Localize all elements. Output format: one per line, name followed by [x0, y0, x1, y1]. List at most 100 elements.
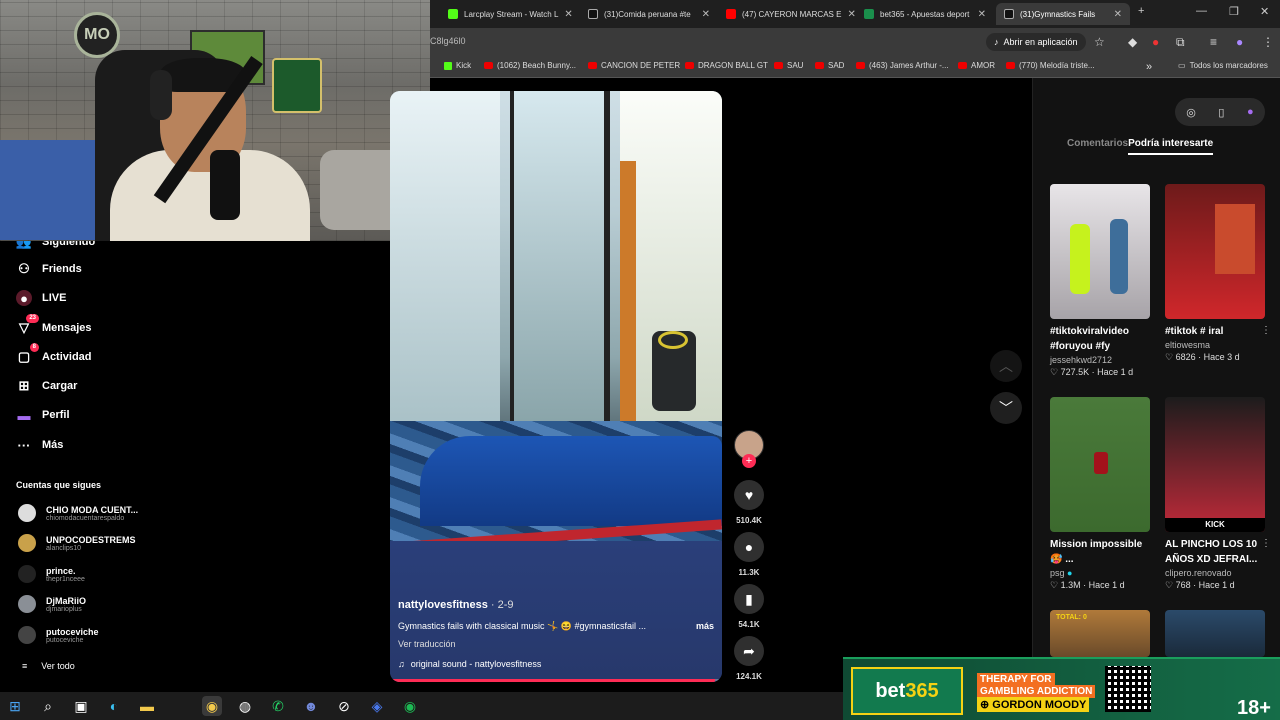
- close-icon[interactable]: ✕: [978, 9, 986, 20]
- store-icon[interactable]: ▣: [71, 696, 91, 716]
- translate-button[interactable]: Ver traducción: [398, 639, 714, 649]
- like-button[interactable]: ♥: [734, 480, 764, 510]
- card-menu-icon[interactable]: ⋮: [1261, 538, 1271, 549]
- puzzle-icon[interactable]: ⧉: [1176, 35, 1185, 50]
- card-author[interactable]: psg ●: [1050, 568, 1150, 578]
- bookmark-cancion-peter[interactable]: CANCION DE PETER: [588, 61, 680, 70]
- more-button[interactable]: más: [696, 621, 714, 632]
- nav-mas[interactable]: ··· Más: [16, 437, 64, 453]
- tab-comida-peruana[interactable]: (31)Comida peruana #te ✕: [580, 3, 718, 25]
- tab-cayeron-marcas[interactable]: (47) CAYERON MARCAS E ✕: [718, 3, 856, 25]
- bookmark-melodia[interactable]: (770) Melodía triste...: [1006, 61, 1095, 70]
- following-account[interactable]: prince. thepr1nceee: [18, 565, 85, 583]
- save-button[interactable]: ▮: [734, 584, 764, 614]
- profile-avatar-icon[interactable]: ●: [1247, 106, 1254, 118]
- profile-avatar-icon[interactable]: ●: [1236, 35, 1243, 49]
- bookmark-sau[interactable]: SAU: [774, 61, 803, 70]
- spotify-icon[interactable]: ◉: [400, 696, 420, 716]
- tab-bet365[interactable]: bet365 - Apuestas deport ✕: [856, 3, 994, 25]
- tab-podria-interesarte[interactable]: Podría interesarte: [1128, 138, 1214, 155]
- all-bookmarks-button[interactable]: ▭ Todos los marcadores: [1178, 61, 1268, 70]
- follow-plus-icon[interactable]: +: [742, 454, 756, 468]
- youtube-icon: [1006, 62, 1015, 69]
- recommended-video-card[interactable]: #tiktok # iral eltiowesma ♡ 6826 · Hace …: [1165, 184, 1271, 363]
- folder-icon[interactable]: ▬: [137, 696, 157, 716]
- close-icon[interactable]: ✕: [847, 9, 855, 20]
- chevron-down-icon: ﹀: [999, 400, 1013, 416]
- extension-icon[interactable]: ◆: [1128, 35, 1137, 49]
- recommended-video-card[interactable]: [1165, 610, 1265, 657]
- url-text[interactable]: C8lg46l0: [430, 36, 466, 46]
- chrome-icon[interactable]: ◉: [202, 696, 222, 716]
- bet365-ad-banner[interactable]: bet 365 THERAPY FOR GAMBLING ADDICTION ⊕ …: [843, 657, 1280, 720]
- comment-button[interactable]: ●: [734, 532, 764, 562]
- see-all-button[interactable]: ≡ Ver todo: [22, 661, 75, 671]
- obs-icon[interactable]: ◍: [235, 696, 255, 716]
- card-author[interactable]: eltiowesma: [1165, 340, 1265, 350]
- tab-comentarios[interactable]: Comentarios: [1067, 138, 1128, 155]
- bookmark-icon: ▮: [745, 590, 753, 607]
- following-account[interactable]: DjMaRiiO djmarioplus: [18, 595, 86, 613]
- windows-icon[interactable]: ⊞: [5, 696, 25, 716]
- bookmark-amor[interactable]: AMOR: [958, 61, 995, 70]
- extension-red-icon[interactable]: ●: [1152, 35, 1159, 49]
- compass-icon[interactable]: ◎: [1186, 106, 1196, 119]
- card-author[interactable]: jessehkwd2712: [1050, 355, 1150, 365]
- phone-icon[interactable]: ▯: [1218, 106, 1224, 119]
- bookmark-beach-bunny[interactable]: (1062) Beach Bunny...: [484, 61, 576, 70]
- youtube-icon: [484, 62, 493, 69]
- tab-gymnastics-fails[interactable]: (31)Gymnastics Fails ✕: [996, 3, 1130, 25]
- share-button[interactable]: ➦: [734, 636, 764, 666]
- video-author[interactable]: nattylovesfitness · 2-9: [398, 599, 714, 611]
- ad-line: ⊕ GORDON MOODY: [977, 697, 1090, 712]
- tab-larcplay[interactable]: Larcplay Stream - Watch L ✕: [440, 3, 580, 25]
- nav-cargar[interactable]: ⊞ Cargar: [16, 378, 78, 394]
- bookmark-kick[interactable]: Kick: [444, 61, 471, 70]
- media-icon[interactable]: ≡: [1210, 35, 1217, 49]
- discord-icon[interactable]: ☻: [301, 696, 321, 716]
- new-tab-button[interactable]: +: [1138, 5, 1144, 17]
- card-author[interactable]: clipero.renovado: [1165, 568, 1265, 578]
- nav-friends[interactable]: ⚇ Friends: [16, 261, 82, 277]
- previous-video-button[interactable]: ︿: [990, 350, 1022, 382]
- tiktok-sidebar: 👥 Siguiendo ⚇ Friends ● LIVE ▽ 23 Mensaje…: [0, 234, 390, 692]
- open-in-app-button[interactable]: ♪ Abrir en aplicación: [986, 33, 1086, 51]
- nav-mensajes[interactable]: ▽ 23 Mensajes: [16, 314, 92, 336]
- video-progress-bar[interactable]: [390, 679, 722, 682]
- following-account[interactable]: CHIO MODA CUENT... chiomodacuentarespaldo: [18, 504, 138, 522]
- bookmark-sad[interactable]: SAD: [815, 61, 844, 70]
- nav-live[interactable]: ● LIVE: [16, 290, 66, 306]
- search-icon[interactable]: ⌕: [38, 696, 58, 716]
- close-icon[interactable]: ✕: [1114, 9, 1122, 20]
- ea-icon[interactable]: ◈: [367, 696, 387, 716]
- edge-icon[interactable]: ◐: [104, 696, 124, 716]
- following-account[interactable]: putoceviche putoceviche: [18, 626, 99, 644]
- recommended-video-card[interactable]: TOTAL: 0: [1050, 610, 1150, 657]
- close-icon[interactable]: ✕: [564, 9, 572, 20]
- restore-icon[interactable]: ❐: [1229, 5, 1239, 18]
- next-video-button[interactable]: ﹀: [990, 392, 1022, 424]
- star-icon[interactable]: ☆: [1094, 35, 1105, 49]
- recommended-video-card[interactable]: #tiktokviralvideo #foruyou #fy jessehkwd…: [1050, 184, 1150, 378]
- heart-icon: ♥: [744, 487, 754, 503]
- recommended-video-card[interactable]: Mission impossible 🥵 ... psg ● ♡ 1.3M · …: [1050, 397, 1150, 591]
- bookmark-james-arthur[interactable]: (463) James Arthur -...: [856, 61, 949, 70]
- more-bookmarks-button[interactable]: »: [1146, 61, 1152, 73]
- upload-icon: ⊞: [18, 378, 30, 393]
- recommended-video-card[interactable]: KICK AL PINCHO LOS 10 AÑOS XD JEFRAI... …: [1165, 397, 1271, 591]
- nav-label: Perfil: [42, 409, 70, 421]
- menu-dots-icon[interactable]: ⋮: [1262, 35, 1274, 49]
- video-username[interactable]: nattylovesfitness: [398, 599, 488, 611]
- bookmark-dragon-ball[interactable]: DRAGON BALL GT: [685, 61, 768, 70]
- steam-icon[interactable]: ⊘: [334, 696, 354, 716]
- close-window-icon[interactable]: ✕: [1260, 5, 1269, 18]
- following-account[interactable]: UNPOCODESTREMS alanclips10: [18, 534, 136, 552]
- video-player[interactable]: nattylovesfitness · 2-9 Gymnastics fails…: [390, 91, 722, 682]
- card-menu-icon[interactable]: ⋮: [1261, 325, 1271, 336]
- video-sound[interactable]: ♫ original sound - nattylovesfitness: [398, 659, 714, 669]
- nav-actividad[interactable]: ▢ 8 Actividad: [16, 343, 92, 365]
- nav-perfil[interactable]: ▬ Perfil: [16, 407, 70, 423]
- close-icon[interactable]: ✕: [702, 9, 710, 20]
- whatsapp-icon[interactable]: ✆: [268, 696, 288, 716]
- minimize-icon[interactable]: —: [1196, 5, 1207, 17]
